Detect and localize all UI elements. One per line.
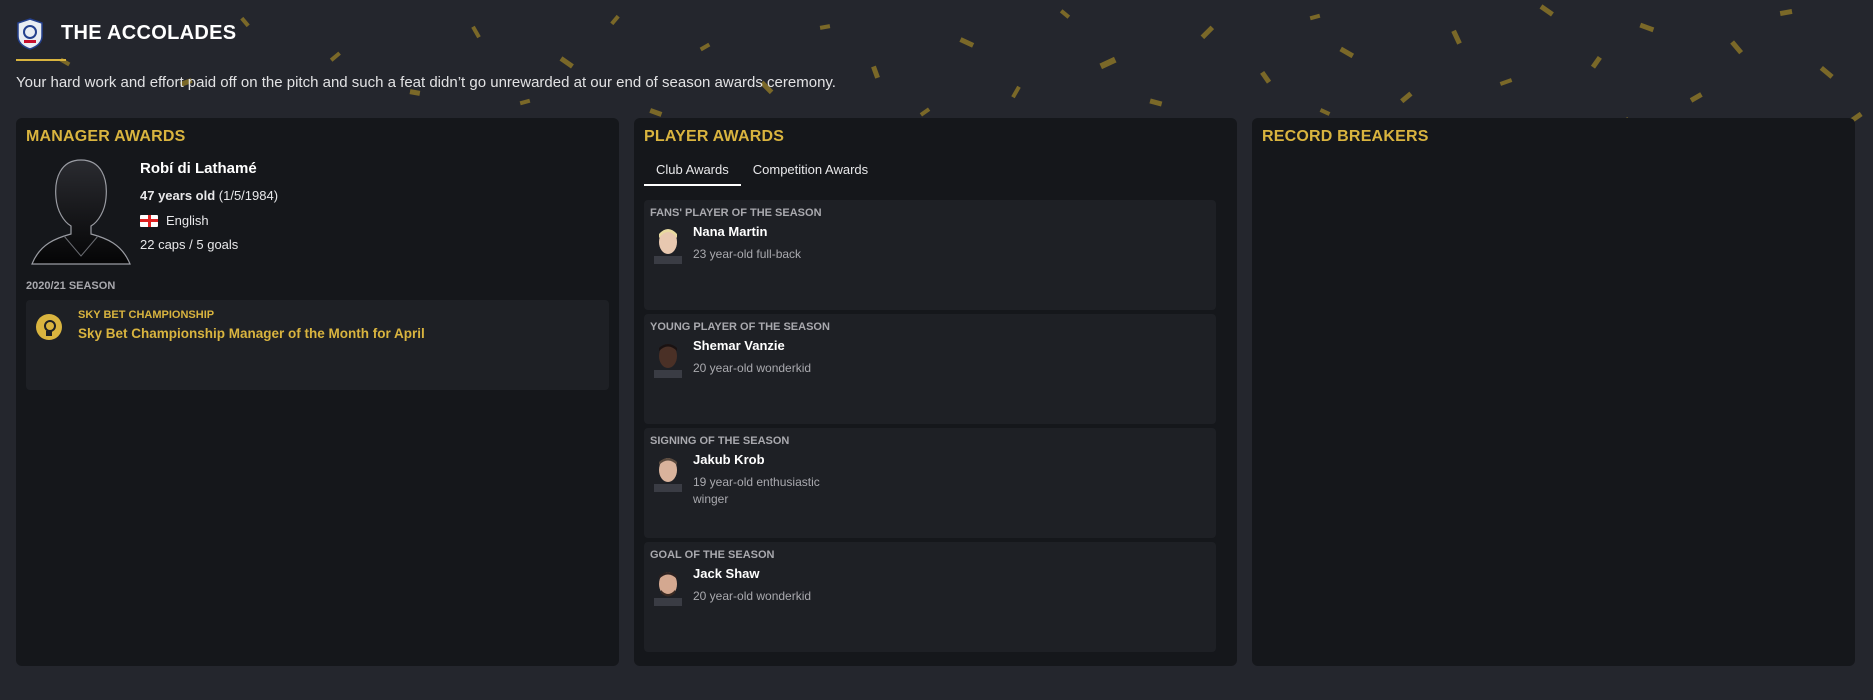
manager-age-years: 47 years old bbox=[140, 188, 216, 203]
manager-silhouette-avatar bbox=[31, 159, 131, 265]
player-award-card[interactable]: YOUNG PLAYER OF THE SEASON Shemar Vanzie… bbox=[644, 314, 1216, 424]
player-name[interactable]: Jack Shaw bbox=[693, 566, 760, 581]
intro-text: Your hard work and effort paid off on th… bbox=[16, 74, 836, 91]
page-title: THE ACCOLADES bbox=[61, 22, 237, 44]
player-award-card[interactable]: GOAL OF THE SEASON Jack Shaw 20 year-old… bbox=[644, 542, 1216, 652]
panel-title: MANAGER AWARDS bbox=[26, 128, 186, 145]
player-description: 19 year-old enthusiastic winger bbox=[693, 475, 820, 506]
award-category: FANS' PLAYER OF THE SEASON bbox=[650, 207, 822, 219]
player-face-icon bbox=[654, 458, 682, 492]
record-breakers-panel: RECORD BREAKERS bbox=[1252, 118, 1855, 666]
panel-title: PLAYER AWARDS bbox=[644, 128, 785, 145]
player-awards-panel: PLAYER AWARDS Club Awards Competition Aw… bbox=[634, 118, 1237, 666]
club-crest-icon bbox=[17, 18, 43, 50]
tab-competition-awards[interactable]: Competition Awards bbox=[741, 156, 880, 186]
award-category: SIGNING OF THE SEASON bbox=[650, 435, 790, 447]
player-name[interactable]: Jakub Krob bbox=[693, 452, 765, 467]
player-description: 20 year-old wonderkid bbox=[693, 361, 812, 375]
england-flag-icon bbox=[140, 214, 158, 227]
player-description: 23 year-old full-back bbox=[693, 247, 802, 261]
award-name[interactable]: Sky Bet Championship Manager of the Mont… bbox=[78, 326, 425, 341]
award-medal-icon bbox=[36, 314, 62, 340]
award-competition[interactable]: SKY BET CHAMPIONSHIP bbox=[78, 309, 214, 321]
player-description: 20 year-old wonderkid bbox=[693, 589, 812, 603]
manager-name[interactable]: Robí di Lathamé bbox=[140, 160, 257, 177]
player-name[interactable]: Nana Martin bbox=[693, 224, 767, 239]
manager-caps-goals: 22 caps / 5 goals bbox=[140, 237, 239, 252]
nationality-label: English bbox=[166, 213, 209, 228]
panel-title: RECORD BREAKERS bbox=[1262, 128, 1429, 145]
manager-nationality: English bbox=[140, 213, 209, 228]
player-face-icon bbox=[654, 572, 682, 606]
manager-age: 47 years old (1/5/1984) bbox=[140, 188, 278, 203]
tab-club-awards[interactable]: Club Awards bbox=[644, 156, 741, 186]
manager-dob: (1/5/1984) bbox=[218, 188, 279, 203]
player-award-card[interactable]: FANS' PLAYER OF THE SEASON Nana Martin 2… bbox=[644, 200, 1216, 310]
player-award-card[interactable]: SIGNING OF THE SEASON Jakub Krob 19 year… bbox=[644, 428, 1216, 538]
award-category: YOUNG PLAYER OF THE SEASON bbox=[650, 321, 830, 333]
manager-awards-panel: MANAGER AWARDS Robí di Lathamé 47 years … bbox=[16, 118, 619, 666]
award-tabs: Club Awards Competition Awards bbox=[644, 156, 880, 186]
player-name[interactable]: Shemar Vanzie bbox=[693, 338, 785, 353]
player-awards-list[interactable]: FANS' PLAYER OF THE SEASON Nana Martin 2… bbox=[644, 200, 1227, 656]
title-underline bbox=[16, 59, 66, 61]
season-label: 2020/21 SEASON bbox=[26, 280, 116, 292]
player-face-icon bbox=[654, 229, 682, 264]
award-category: GOAL OF THE SEASON bbox=[650, 549, 775, 561]
manager-award-card[interactable]: SKY BET CHAMPIONSHIP Sky Bet Championshi… bbox=[26, 300, 609, 390]
player-face-icon bbox=[654, 344, 682, 378]
